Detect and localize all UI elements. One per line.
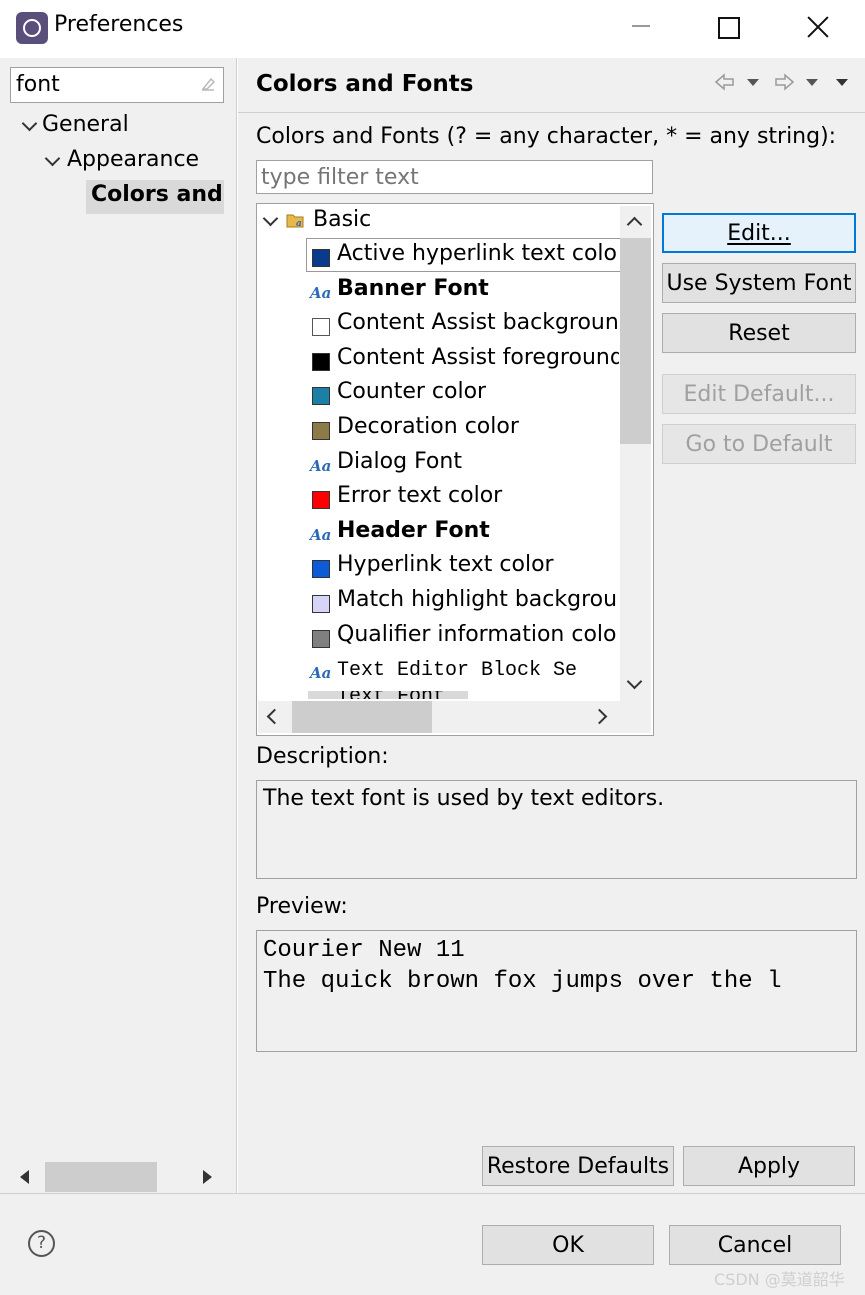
tree-item-label: Decoration color — [337, 414, 519, 439]
nav-item-general[interactable]: General — [42, 112, 129, 137]
tree-vertical-scroll-thumb[interactable] — [620, 238, 651, 444]
preview-sample-text: The quick brown fox jumps over the l — [263, 968, 782, 995]
tree-item[interactable]: Aa Text Editor Block Se — [308, 656, 619, 688]
preview-box: Courier New 11 The quick brown fox jumps… — [256, 930, 857, 1052]
app-icon — [16, 12, 48, 44]
tree-item-label: Header Font — [337, 518, 490, 543]
view-menu-icon[interactable] — [836, 79, 848, 86]
use-system-font-button[interactable]: Use System Font — [662, 263, 856, 303]
font-icon: Aa — [310, 457, 332, 475]
color-swatch-icon — [312, 422, 330, 440]
tree-item[interactable]: Match highlight backgrou — [308, 587, 619, 619]
apply-button[interactable]: Apply — [683, 1146, 855, 1186]
tree-item-label: Content Assist foreground — [337, 345, 619, 370]
color-swatch-icon — [312, 491, 330, 509]
close-icon[interactable] — [804, 16, 832, 40]
scroll-right-icon[interactable] — [203, 1170, 212, 1184]
apply-button-label: Apply — [737, 1153, 801, 1179]
scroll-left-icon[interactable] — [20, 1170, 29, 1184]
use-system-font-label: Use System Font — [666, 270, 852, 296]
preferences-nav-panel — [0, 58, 237, 1193]
restore-defaults-button[interactable]: Restore Defaults — [482, 1146, 674, 1186]
tree-item-label: Dialog Font — [337, 449, 462, 474]
tree-item[interactable]: Aa Dialog Font — [308, 449, 619, 481]
watermark: CSDN @莫道韶华 — [714, 1270, 845, 1289]
color-swatch-icon — [312, 595, 330, 613]
edit-default-label: Edit Default... — [683, 381, 835, 407]
forward-dropdown-icon[interactable] — [806, 79, 818, 86]
tree-item-label: Active hyperlink text color — [337, 241, 619, 266]
page-title: Colors and Fonts — [256, 71, 474, 97]
ok-button-label: OK — [552, 1232, 584, 1258]
color-swatch-icon — [312, 560, 330, 578]
preview-font-name: Courier New 11 — [263, 937, 465, 964]
tree-item-label: Counter color — [337, 379, 487, 404]
tree-item[interactable]: Counter color — [308, 379, 619, 411]
preview-label: Preview: — [256, 894, 348, 919]
tree-item[interactable]: Content Assist backgroun — [308, 310, 619, 342]
font-icon: Aa — [310, 284, 332, 302]
folder-icon: a — [286, 214, 304, 228]
font-icon: Aa — [310, 664, 332, 682]
color-swatch-icon — [312, 630, 330, 648]
color-swatch-icon — [312, 249, 330, 267]
window-title: Preferences — [54, 12, 184, 37]
scrollbar-corner — [620, 701, 651, 733]
restore-defaults-label: Restore Defaults — [486, 1153, 670, 1179]
nav-scroll-thumb[interactable] — [45, 1162, 157, 1192]
tree-item[interactable]: Content Assist foreground — [308, 345, 619, 377]
color-swatch-icon — [312, 387, 330, 405]
cancel-button-label: Cancel — [717, 1232, 793, 1258]
tree-item[interactable]: Error text color — [308, 483, 619, 515]
description-text: The text font is used by text editors. — [263, 786, 665, 811]
maximize-icon[interactable] — [718, 17, 740, 39]
edit-button-label: Edit... — [727, 220, 791, 246]
nav-item-appearance[interactable]: Appearance — [67, 147, 199, 172]
description-label: Description: — [256, 744, 389, 769]
filter-input[interactable] — [256, 160, 653, 194]
tree-item[interactable]: Decoration color — [308, 414, 619, 446]
help-icon[interactable]: ? — [28, 1230, 55, 1257]
svg-text:a: a — [296, 219, 302, 228]
reset-button[interactable]: Reset — [662, 313, 856, 353]
tree-item-label: Text Editor Block Se — [337, 659, 578, 682]
tree-item-label: Text Font — [337, 691, 445, 699]
tree-item-label: Banner Font — [337, 276, 489, 301]
tree-item-label: Qualifier information colo — [337, 622, 617, 647]
tree-item[interactable]: Aa Header Font — [308, 518, 619, 550]
color-swatch-icon — [312, 353, 330, 371]
tree-item-label: Hyperlink text color — [337, 552, 554, 577]
ok-button[interactable]: OK — [482, 1225, 654, 1265]
colors-fonts-list-label: Colors and Fonts (? = any character, * =… — [256, 124, 837, 149]
tree-horizontal-scroll-thumb[interactable] — [292, 701, 432, 733]
go-to-default-button[interactable]: Go to Default — [662, 424, 856, 464]
tree-item-label: Match highlight backgrou — [337, 587, 618, 612]
tree-group-basic[interactable]: Basic — [313, 207, 371, 232]
nav-item-colors-and-fonts-label: Colors and — [91, 182, 223, 207]
back-arrow-icon[interactable] — [714, 73, 734, 91]
tree-item[interactable]: AaText Font — [308, 691, 468, 699]
search-input-value: font — [16, 72, 60, 97]
tree-item-label: Content Assist backgroun — [337, 310, 619, 335]
tree-item[interactable]: Active hyperlink text color — [308, 241, 619, 273]
reset-button-label: Reset — [728, 320, 790, 346]
minimize-icon[interactable] — [632, 25, 650, 27]
font-icon: Aa — [310, 526, 332, 544]
edit-button[interactable]: Edit... — [662, 213, 856, 253]
cancel-button[interactable]: Cancel — [669, 1225, 841, 1265]
go-to-default-label: Go to Default — [685, 431, 833, 457]
forward-arrow-icon[interactable] — [775, 73, 795, 91]
edit-default-button[interactable]: Edit Default... — [662, 374, 856, 414]
nav-item-colors-and-fonts[interactable]: Colors and — [86, 180, 224, 214]
tree-item[interactable]: Hyperlink text color — [308, 552, 619, 584]
page-navigation-icons — [714, 73, 848, 91]
back-dropdown-icon[interactable] — [747, 79, 759, 86]
tree-item[interactable]: Aa Banner Font — [308, 276, 619, 308]
tree-item[interactable]: Qualifier information colo — [308, 622, 619, 654]
header-divider — [238, 112, 865, 113]
clear-search-icon[interactable] — [200, 76, 216, 92]
color-swatch-icon — [312, 318, 330, 336]
tree-item-label: Error text color — [337, 483, 503, 508]
